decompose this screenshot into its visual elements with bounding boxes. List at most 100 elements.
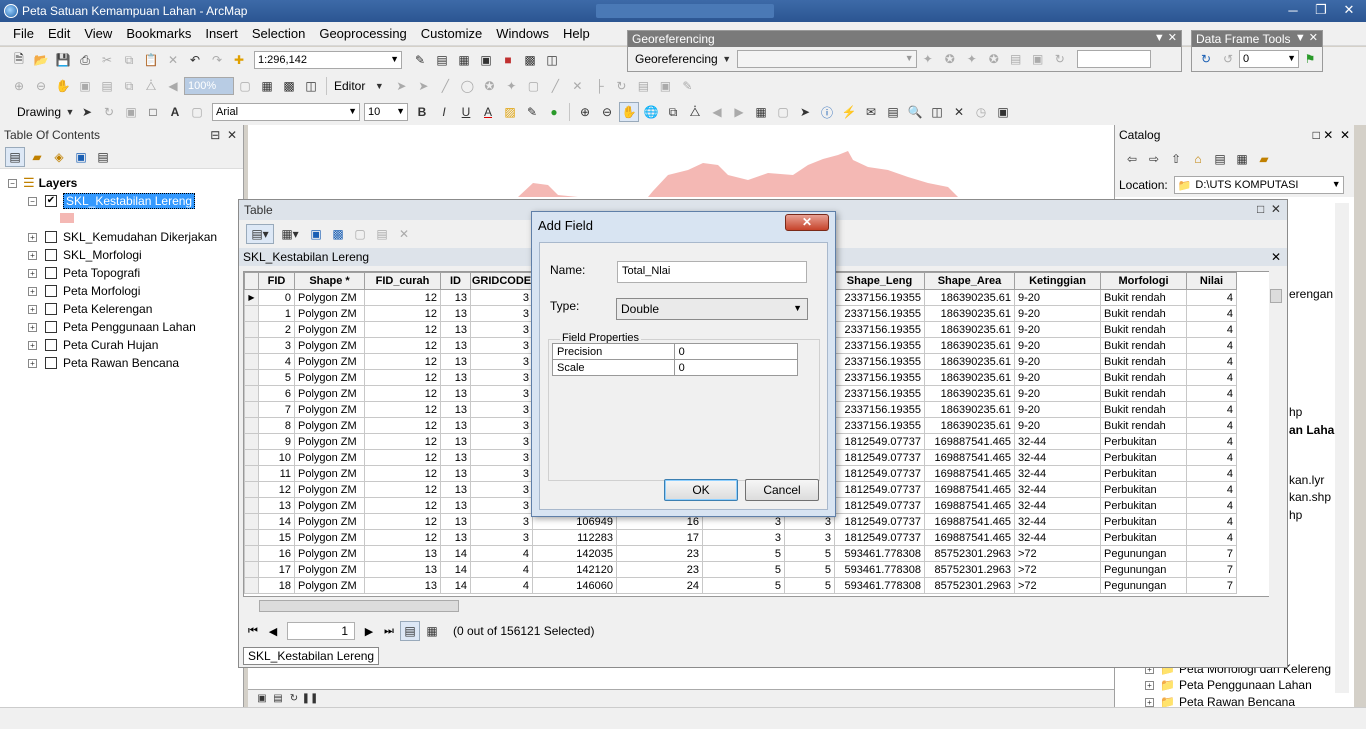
- sketch-properties-icon[interactable]: ▣: [655, 76, 675, 96]
- data-view-icon[interactable]: ▣: [255, 692, 269, 706]
- catalog-up-icon[interactable]: ⇧: [1166, 149, 1186, 169]
- create-viewer-icon[interactable]: ▣: [993, 102, 1013, 122]
- menu-edit[interactable]: Edit: [41, 26, 77, 41]
- table-cell[interactable]: 9-20: [1014, 385, 1101, 402]
- table-cell[interactable]: 4: [1186, 513, 1237, 530]
- catalog-item-partial[interactable]: hp: [1289, 508, 1302, 522]
- create-features-icon[interactable]: ✎: [677, 76, 697, 96]
- table-cell[interactable]: 10: [258, 449, 295, 466]
- table-cell[interactable]: >72: [1014, 577, 1101, 594]
- table-cell[interactable]: 13: [440, 385, 471, 402]
- layer-name[interactable]: Peta Rawan Bencana: [63, 356, 179, 370]
- back-extent-icon[interactable]: ◀: [163, 76, 183, 96]
- table-cell[interactable]: 5: [258, 369, 295, 386]
- row-selector[interactable]: [244, 465, 259, 482]
- table-cell[interactable]: 0: [258, 289, 295, 306]
- layers-root[interactable]: − ☰ Layers: [8, 174, 77, 192]
- table-cell[interactable]: Bukit rendah: [1100, 385, 1187, 402]
- fill-color-icon[interactable]: ▨: [500, 102, 520, 122]
- layer-name[interactable]: SKL_Morfologi: [63, 248, 142, 262]
- find-icon[interactable]: 🔍: [905, 102, 925, 122]
- table-cell[interactable]: 12: [364, 289, 441, 306]
- expand-icon[interactable]: +: [28, 268, 37, 278]
- table-cell[interactable]: 2337156.19355: [834, 353, 925, 370]
- table-cell[interactable]: 3: [470, 353, 533, 370]
- layer-visibility-checkbox[interactable]: [45, 267, 57, 279]
- expand-icon[interactable]: +: [28, 286, 37, 296]
- table-cell[interactable]: 186390235.61: [924, 369, 1015, 386]
- table-cell[interactable]: 3: [470, 481, 533, 498]
- table-cell[interactable]: 2337156.19355: [834, 321, 925, 338]
- georef-layer-combo[interactable]: ▼: [736, 50, 917, 68]
- list-by-selection-icon[interactable]: ▣: [71, 147, 91, 167]
- table-cell[interactable]: 12: [364, 465, 441, 482]
- row-selector[interactable]: [244, 545, 259, 562]
- table-cell[interactable]: 186390235.61: [924, 305, 1015, 322]
- table-row[interactable]: 15 Polygon ZM 12 13 3 112283 17 3 3 1812549.07737…: [244, 529, 1237, 546]
- table-cell[interactable]: Polygon ZM: [294, 289, 365, 306]
- row-selector[interactable]: [244, 385, 259, 402]
- row-selector[interactable]: [244, 513, 259, 530]
- select-by-attributes-icon[interactable]: ▣: [306, 224, 326, 244]
- endpoint-arc-icon[interactable]: ◯: [457, 76, 477, 96]
- rotate-icon[interactable]: ↻: [611, 76, 631, 96]
- table-cell[interactable]: Bukit rendah: [1100, 417, 1187, 434]
- table-cell[interactable]: 14: [440, 561, 471, 578]
- scale-input[interactable]: 0: [673, 359, 799, 376]
- table-cell[interactable]: 169887541.465: [924, 529, 1015, 546]
- row-selector[interactable]: [244, 321, 259, 338]
- table-cell[interactable]: 1812549.07737: [834, 529, 925, 546]
- table-cell[interactable]: 12: [364, 497, 441, 514]
- collapse-icon[interactable]: −: [28, 196, 37, 206]
- table-cell[interactable]: Polygon ZM: [294, 337, 365, 354]
- close-icon[interactable]: ✕: [1336, 1, 1362, 19]
- menu-customize[interactable]: Customize: [414, 26, 489, 41]
- table-cell[interactable]: 13: [440, 433, 471, 450]
- catalog-home-icon[interactable]: ⌂: [1188, 149, 1208, 169]
- expand-icon[interactable]: +: [28, 232, 37, 242]
- next-record-icon[interactable]: ▶: [359, 625, 379, 638]
- copy-icon[interactable]: ⧉: [119, 50, 139, 70]
- table-cell[interactable]: 13: [440, 513, 471, 530]
- table-cell[interactable]: Polygon ZM: [294, 353, 365, 370]
- rotate-georef-icon[interactable]: ✪: [940, 49, 960, 69]
- identify-icon[interactable]: ⓘ: [817, 102, 837, 122]
- table-cell[interactable]: 12: [364, 401, 441, 418]
- table-cell[interactable]: Polygon ZM: [294, 465, 365, 482]
- table-cell[interactable]: 15: [258, 529, 295, 546]
- table-cell[interactable]: 1812549.07737: [834, 513, 925, 530]
- menu-view[interactable]: View: [77, 26, 119, 41]
- table-cell[interactable]: 4: [1186, 369, 1237, 386]
- table-cell[interactable]: 4: [1186, 305, 1237, 322]
- pan-layout-icon[interactable]: ✋: [53, 76, 73, 96]
- table-cell[interactable]: Polygon ZM: [294, 513, 365, 530]
- table-cell[interactable]: 12: [364, 305, 441, 322]
- table-cell[interactable]: 169887541.465: [924, 433, 1015, 450]
- table-cell[interactable]: 186390235.61: [924, 401, 1015, 418]
- table-cell[interactable]: 7: [1186, 545, 1237, 562]
- data-driven-pages-icon[interactable]: ◫: [301, 76, 321, 96]
- table-cell[interactable]: 7: [258, 401, 295, 418]
- layer-item-peta-rawan-bencana[interactable]: + Peta Rawan Bencana: [28, 354, 179, 372]
- table-cell[interactable]: Pegunungan: [1100, 577, 1187, 594]
- table-horizontal-scrollbar[interactable]: [243, 599, 1269, 613]
- table-cell[interactable]: 4: [1186, 353, 1237, 370]
- layer-visibility-checkbox[interactable]: [45, 303, 57, 315]
- table-cell[interactable]: 4: [1186, 337, 1237, 354]
- table-cell[interactable]: Polygon ZM: [294, 321, 365, 338]
- table-cell[interactable]: 9: [258, 433, 295, 450]
- row-selector[interactable]: [244, 305, 259, 322]
- table-cell[interactable]: 85752301.2963: [924, 577, 1015, 594]
- table-cell[interactable]: 3: [470, 401, 533, 418]
- table-cell[interactable]: Perbukitan: [1100, 529, 1187, 546]
- row-selector[interactable]: [244, 353, 259, 370]
- zoom-percent-combo[interactable]: 100%: [184, 77, 234, 95]
- table-cell[interactable]: 5: [702, 561, 785, 578]
- find-route-icon[interactable]: ◫: [927, 102, 947, 122]
- toc-options-icon[interactable]: ▤: [93, 147, 113, 167]
- table-cell[interactable]: 3: [470, 529, 533, 546]
- table-cell[interactable]: 3: [470, 305, 533, 322]
- table-cell[interactable]: 9-20: [1014, 337, 1101, 354]
- table-cell[interactable]: Bukit rendah: [1100, 321, 1187, 338]
- row-selector[interactable]: [244, 337, 259, 354]
